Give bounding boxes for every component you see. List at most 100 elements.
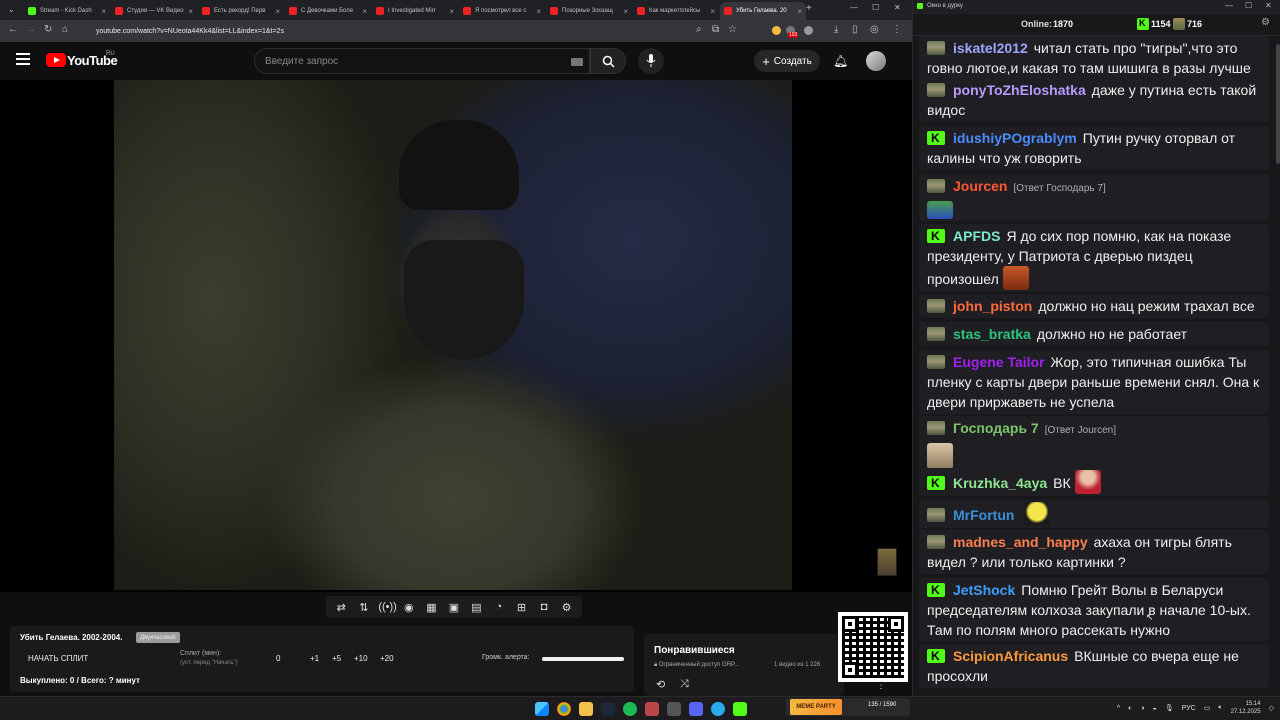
tab-close-icon[interactable]: × [362, 7, 367, 16]
voice-search-button[interactable] [638, 48, 664, 74]
app-icon[interactable] [645, 702, 659, 716]
chat-username[interactable]: Jourcen [953, 178, 1007, 194]
add-5-button[interactable]: +5 [332, 654, 341, 663]
network-icon[interactable]: ▭ [1204, 704, 1211, 712]
chat-username[interactable]: JetShock [953, 582, 1015, 598]
chat-scrollbar[interactable] [1275, 36, 1280, 696]
loop-icon[interactable]: ⇄ [333, 601, 349, 614]
chat-username[interactable]: ponyToZhEloshatka [953, 82, 1086, 98]
create-button[interactable]: + Создать [754, 50, 820, 72]
clock[interactable]: 15:14 27.12.2025 [1231, 700, 1261, 716]
hamburger-menu-icon[interactable] [16, 53, 30, 65]
alert-volume-slider[interactable] [542, 657, 624, 661]
chat-username[interactable]: Kruzhka_4aya [953, 475, 1047, 491]
chat-emote[interactable] [1074, 470, 1101, 494]
gear-icon[interactable]: ⚙ [559, 601, 575, 614]
search-box[interactable]: Введите запрос [254, 48, 590, 74]
chat-message[interactable]: iskatel2012 читал стать про "тигры",что э… [919, 36, 1269, 80]
tab-2[interactable]: Есть рекорд! Перв × [198, 2, 284, 20]
back-icon[interactable]: ← [8, 24, 18, 35]
speed-icon[interactable]: ◔ [491, 601, 507, 613]
chat-message[interactable]: Jourcen [Ответ Господарь 7] [919, 174, 1269, 221]
chat-username[interactable]: stas_bratka [953, 326, 1031, 342]
notification-icon[interactable]: ◇ [1269, 704, 1274, 712]
calendar-icon[interactable]: ▦ [423, 601, 439, 614]
maximize-icon[interactable]: ☐ [872, 3, 879, 12]
chat-username[interactable]: iskatel2012 [953, 40, 1028, 56]
file-explorer-icon[interactable] [579, 702, 593, 716]
add-20-button[interactable]: +20 [380, 654, 394, 663]
add-10-button[interactable]: +10 [354, 654, 368, 663]
gear-icon[interactable]: ⚙ [1261, 17, 1270, 28]
chat-reply-tag[interactable]: [Ответ Jourcen] [1045, 425, 1116, 436]
tray-app-icon[interactable]: ◑ [1140, 705, 1144, 712]
tab-close-icon[interactable]: × [623, 7, 628, 16]
chat-message[interactable]: MrFortun [919, 500, 1269, 528]
close-window-icon[interactable]: ✕ [1265, 1, 1272, 10]
url-field[interactable]: youtube.com/watch?v=NUeota44Kk4&list=LL&… [90, 23, 690, 39]
close-window-icon[interactable]: ✕ [894, 3, 901, 12]
media-widget[interactable]: MEME PARTY 135 / 1590 [786, 698, 910, 716]
frames-icon[interactable]: ▤ [468, 601, 484, 614]
liked-playlist-panel[interactable]: Понравившиеся 🔒︎ Ограниченный доступ GRP… [644, 634, 844, 696]
split-minutes-value[interactable]: 0 [276, 654, 280, 663]
picture-in-picture-icon[interactable]: ▣ [446, 601, 462, 614]
tray-app-icon[interactable]: ◐ [1128, 705, 1132, 712]
tab-3[interactable]: С Девочками Боле × [285, 2, 371, 20]
volume-icon[interactable]: 🔈︎ [1218, 704, 1222, 712]
playlist-shuffle-icon[interactable]: ⤨ [680, 678, 689, 691]
video-frame[interactable] [114, 80, 792, 590]
add-clip-icon[interactable]: ⊞ [514, 601, 530, 614]
tab-close-icon[interactable]: × [536, 7, 541, 16]
tab-close-icon[interactable]: × [449, 7, 454, 16]
kick-app-icon[interactable] [733, 702, 747, 716]
home-icon[interactable]: ⌂ [62, 24, 68, 35]
tab-5[interactable]: Я посмотрел все с × [459, 2, 545, 20]
reload-icon[interactable]: ↻ [44, 24, 52, 35]
playlist-loop-icon[interactable]: ⟲ [656, 678, 665, 691]
spotify-icon[interactable] [623, 702, 637, 716]
start-icon[interactable] [535, 702, 549, 716]
bookmark-star-icon[interactable]: ☆ [728, 24, 737, 35]
search-button[interactable] [590, 48, 626, 74]
watch-later-icon[interactable]: ◉ [401, 601, 417, 614]
chat-username[interactable]: idushiyPOgrablym [953, 130, 1077, 146]
chat-message[interactable]: JetShockПомню Грейт Волы в Беларуси пред… [919, 578, 1269, 642]
microphone-icon[interactable]: 🎙︎ [1165, 704, 1174, 712]
tab-search-icon[interactable]: ⌄ [8, 5, 15, 14]
tab-close-icon[interactable]: × [101, 7, 106, 16]
tab-1[interactable]: Студия — VK Видео × [111, 2, 197, 20]
zoom-icon[interactable]: ⌕ [696, 24, 702, 35]
steam-icon[interactable] [601, 702, 615, 716]
tab-0[interactable]: Stream - Kick Dash × [24, 2, 110, 20]
downloads-icon[interactable]: ⤓ [834, 24, 838, 35]
chat-username[interactable]: ScipionAfricanus [953, 648, 1068, 664]
install-icon[interactable]: ⧉ [712, 24, 719, 35]
profile-icon[interactable]: ◎ [870, 24, 879, 35]
language-indicator[interactable]: РУС [1182, 705, 1196, 712]
tray-chevron-icon[interactable]: ^ [1117, 705, 1120, 712]
tab-4[interactable]: I Investigated Mirr × [372, 2, 458, 20]
more-options-icon[interactable]: ⋮ [876, 680, 886, 691]
app-icon[interactable] [667, 702, 681, 716]
chat-emote[interactable] [927, 201, 953, 219]
new-tab-icon[interactable]: + [806, 3, 812, 14]
extension-icon[interactable] [772, 26, 781, 35]
chat-username[interactable]: MrFortun [953, 507, 1014, 523]
start-split-button[interactable]: НАЧАТЬ СПЛИТ [28, 654, 88, 663]
notifications-bell-icon[interactable]: 🔔︎ [833, 54, 848, 68]
chrome-icon[interactable] [557, 702, 571, 716]
minimize-icon[interactable]: — [850, 3, 858, 12]
chat-reply-tag[interactable]: [Ответ Господарь 7] [1013, 183, 1105, 194]
screenshot-icon[interactable]: ◘ [536, 601, 552, 613]
minimize-icon[interactable]: — [1225, 1, 1233, 10]
forward-icon[interactable]: → [26, 24, 36, 35]
tab-close-icon[interactable]: × [188, 7, 193, 16]
add-1-button[interactable]: +1 [310, 654, 319, 663]
chat-message[interactable]: ScipionAfricanusВКшные со вчера еще не п… [919, 644, 1269, 688]
chat-message[interactable]: ponyToZhEloshatka даже у путина есть тако… [919, 78, 1269, 122]
tab-close-icon[interactable]: × [710, 7, 715, 16]
tray-app-icon[interactable]: ◒ [1153, 705, 1157, 712]
chat-message[interactable]: APFDSЯ до сих пор помню, как на показе п… [919, 224, 1269, 292]
sort-icon[interactable]: ⇅ [356, 601, 372, 614]
